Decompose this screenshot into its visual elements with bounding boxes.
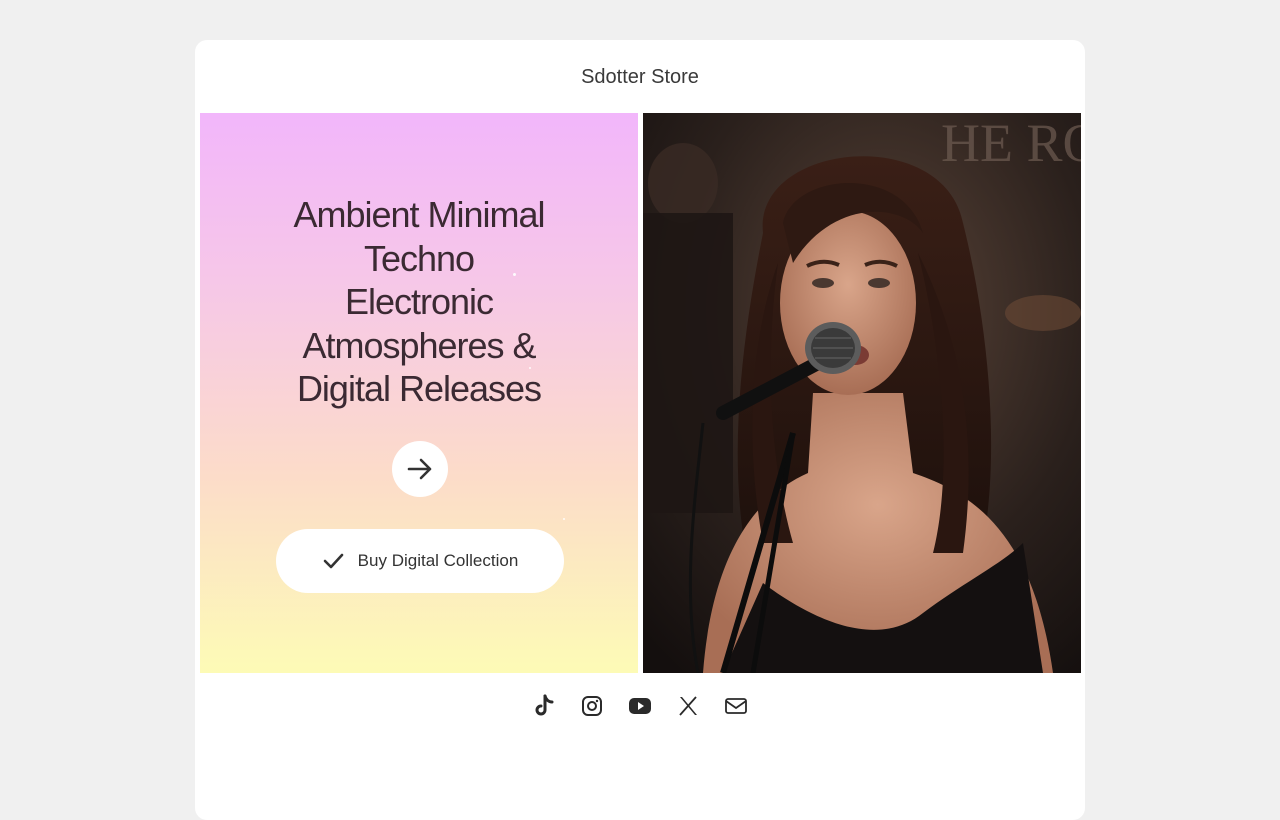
svg-text:HE RO: HE RO — [941, 113, 1081, 173]
instagram-icon — [582, 696, 602, 716]
social-links — [195, 694, 1085, 718]
x-link[interactable] — [676, 694, 700, 718]
buy-button-label: Buy Digital Collection — [357, 551, 519, 570]
x-icon — [679, 696, 697, 716]
headline-line: Digital Releases — [296, 368, 542, 409]
store-card: Sdotter Store Ambient Minimal Techno Ele… — [195, 40, 1085, 820]
headline-line: Techno — [363, 237, 475, 279]
hero-headline: Ambient Minimal Techno Electronic Atmosp… — [230, 193, 608, 411]
store-title: Sdotter Store — [581, 66, 699, 88]
singer-photo-illustration: HE RO — [643, 113, 1081, 673]
youtube-link[interactable] — [628, 694, 652, 718]
mail-icon — [725, 698, 747, 714]
buy-digital-collection-button[interactable]: Buy Digital Collection — [276, 529, 564, 593]
sparkle-dot — [563, 518, 565, 520]
next-arrow-button[interactable] — [392, 441, 448, 497]
youtube-icon — [629, 698, 651, 714]
headline-line: Ambient Minimal — [293, 194, 545, 235]
instagram-link[interactable] — [580, 694, 604, 718]
headline-line: Atmospheres & — [302, 324, 536, 366]
singer-at-microphone-image: HE RO — [643, 113, 1081, 673]
tiktok-link[interactable] — [532, 694, 556, 718]
tiktok-icon — [535, 694, 554, 716]
email-link[interactable] — [724, 694, 748, 718]
checkmark-icon — [323, 553, 343, 569]
arrow-right-icon — [407, 458, 432, 480]
hero-panel: Ambient Minimal Techno Electronic Atmosp… — [200, 113, 638, 673]
headline-line: Electronic — [344, 281, 494, 322]
